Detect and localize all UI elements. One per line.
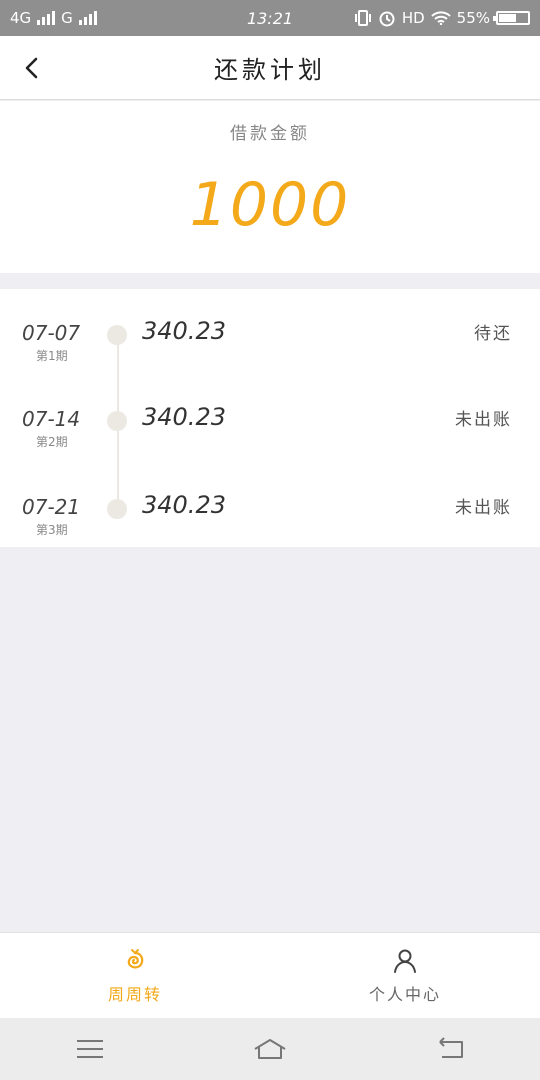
plan-item[interactable]: 07-07 第1期 340.23 待还 xyxy=(0,317,540,381)
back-button[interactable] xyxy=(14,50,50,86)
repayment-plan-list: 07-07 第1期 340.23 待还 07-14 第2期 340.23 未出账… xyxy=(0,289,540,547)
back-nav-button[interactable] xyxy=(420,1027,480,1071)
menu-icon xyxy=(77,1040,103,1058)
menu-button[interactable] xyxy=(60,1027,120,1071)
tab-home-label: 周周转 xyxy=(107,984,162,1004)
plan-item[interactable]: 07-14 第2期 340.23 未出账 xyxy=(0,403,540,467)
plan-period: 第3期 xyxy=(36,523,68,537)
vibrate-icon xyxy=(354,10,371,26)
plan-date: 07-21 xyxy=(22,495,81,519)
plan-item[interactable]: 07-21 第3期 340.23 未出账 xyxy=(0,491,540,555)
plan-amount: 340.23 xyxy=(142,403,226,431)
battery-icon xyxy=(493,11,530,25)
tab-bar: 周周转 个人中心 xyxy=(0,932,540,1018)
plan-amount: 340.23 xyxy=(142,317,226,345)
plan-status: 待还 xyxy=(474,324,512,344)
status-right: HD 55% xyxy=(354,9,530,27)
header: 还款计划 xyxy=(0,36,540,100)
status-left: 4G G xyxy=(10,9,97,27)
plan-period: 第2期 xyxy=(36,435,68,449)
screen: 4G G 13:21 HD 55% 还款计划 借款金额 1000 07-07 第… xyxy=(0,0,540,1080)
network-4g-label: 4G xyxy=(10,9,32,27)
plan-amount: 340.23 xyxy=(142,491,226,519)
signal-icon xyxy=(37,11,56,25)
return-icon xyxy=(439,1037,463,1058)
status-bar: 4G G 13:21 HD 55% xyxy=(0,0,540,36)
signal-icon-2 xyxy=(78,11,97,25)
plan-date: 07-07 xyxy=(22,321,81,345)
timeline-dot xyxy=(107,325,127,345)
home-icon xyxy=(254,1039,286,1059)
loan-amount-label: 借款金额 xyxy=(230,124,310,144)
battery-percent: 55% xyxy=(456,9,490,27)
wifi-icon xyxy=(430,11,451,25)
tab-profile[interactable]: 个人中心 xyxy=(270,933,540,1018)
timeline-dot xyxy=(107,499,127,519)
plan-period: 第1期 xyxy=(36,349,68,363)
swirl-icon xyxy=(127,948,144,968)
network-g-label: G xyxy=(61,9,73,27)
person-icon xyxy=(394,949,416,973)
tab-home[interactable]: 周周转 xyxy=(0,933,270,1018)
loan-amount-value: 1000 xyxy=(189,170,351,240)
plan-status: 未出账 xyxy=(455,498,512,518)
plan-date: 07-14 xyxy=(22,407,81,431)
loan-summary: 借款金额 1000 xyxy=(0,101,540,273)
tab-profile-label: 个人中心 xyxy=(368,984,441,1004)
page-title: 还款计划 xyxy=(214,56,326,84)
home-button[interactable] xyxy=(240,1027,300,1071)
timeline-dot xyxy=(107,411,127,431)
plan-status: 未出账 xyxy=(455,410,512,430)
chevron-left-icon xyxy=(25,57,38,79)
alarm-icon xyxy=(379,11,395,27)
system-nav-bar xyxy=(0,1018,540,1080)
hd-label: HD xyxy=(401,9,425,27)
